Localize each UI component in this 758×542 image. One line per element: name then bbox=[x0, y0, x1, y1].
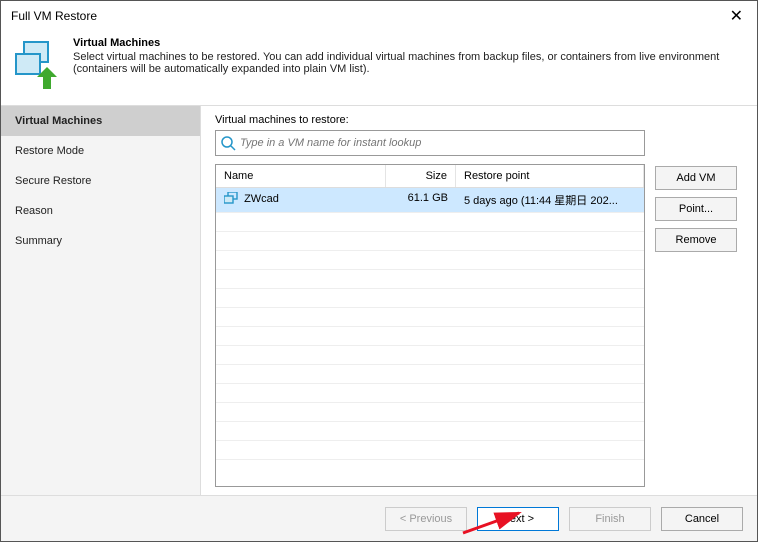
sidebar-item-summary[interactable]: Summary bbox=[1, 226, 200, 256]
wizard-sidebar: Virtual Machines Restore Mode Secure Res… bbox=[1, 106, 201, 495]
vm-table: Name Size Restore point ZWcad 61.1 GB 5 … bbox=[215, 164, 645, 487]
header-desc: Select virtual machines to be restored. … bbox=[73, 51, 719, 75]
vm-restore-icon bbox=[15, 41, 63, 89]
vm-icon bbox=[224, 192, 238, 207]
row-size: 61.1 GB bbox=[386, 188, 456, 212]
main-panel: Virtual machines to restore: Name Size R… bbox=[201, 106, 757, 495]
header-text: Virtual Machines Select virtual machines… bbox=[73, 37, 745, 89]
row-restore-point: 5 days ago (11:44 星期日 202... bbox=[456, 188, 644, 212]
col-name[interactable]: Name bbox=[216, 165, 386, 187]
header-title: Virtual Machines bbox=[73, 37, 745, 49]
sidebar-item-secure-restore[interactable]: Secure Restore bbox=[1, 166, 200, 196]
next-button[interactable]: Next > bbox=[477, 507, 559, 531]
previous-button: < Previous bbox=[385, 507, 467, 531]
row-name: ZWcad bbox=[244, 193, 279, 205]
sidebar-item-restore-mode[interactable]: Restore Mode bbox=[1, 136, 200, 166]
search-input[interactable] bbox=[240, 131, 644, 155]
col-restore-point[interactable]: Restore point bbox=[456, 165, 644, 187]
sidebar-item-reason[interactable]: Reason bbox=[1, 196, 200, 226]
remove-button[interactable]: Remove bbox=[655, 228, 737, 252]
table-row[interactable]: ZWcad 61.1 GB 5 days ago (11:44 星期日 202.… bbox=[216, 188, 644, 213]
point-button[interactable]: Point... bbox=[655, 197, 737, 221]
col-size[interactable]: Size bbox=[386, 165, 456, 187]
add-vm-button[interactable]: Add VM bbox=[655, 166, 737, 190]
search-icon bbox=[216, 135, 240, 151]
footer: < Previous Next > Finish Cancel bbox=[1, 495, 757, 541]
section-label: Virtual machines to restore: bbox=[215, 114, 645, 126]
sidebar-item-virtual-machines[interactable]: Virtual Machines bbox=[1, 106, 200, 136]
finish-button: Finish bbox=[569, 507, 651, 531]
close-icon[interactable]: ✕ bbox=[724, 6, 749, 26]
window-title: Full VM Restore bbox=[11, 9, 97, 23]
header: Virtual Machines Select virtual machines… bbox=[1, 31, 757, 95]
cancel-button[interactable]: Cancel bbox=[661, 507, 743, 531]
titlebar: Full VM Restore ✕ bbox=[1, 1, 757, 31]
search-box[interactable] bbox=[215, 130, 645, 156]
